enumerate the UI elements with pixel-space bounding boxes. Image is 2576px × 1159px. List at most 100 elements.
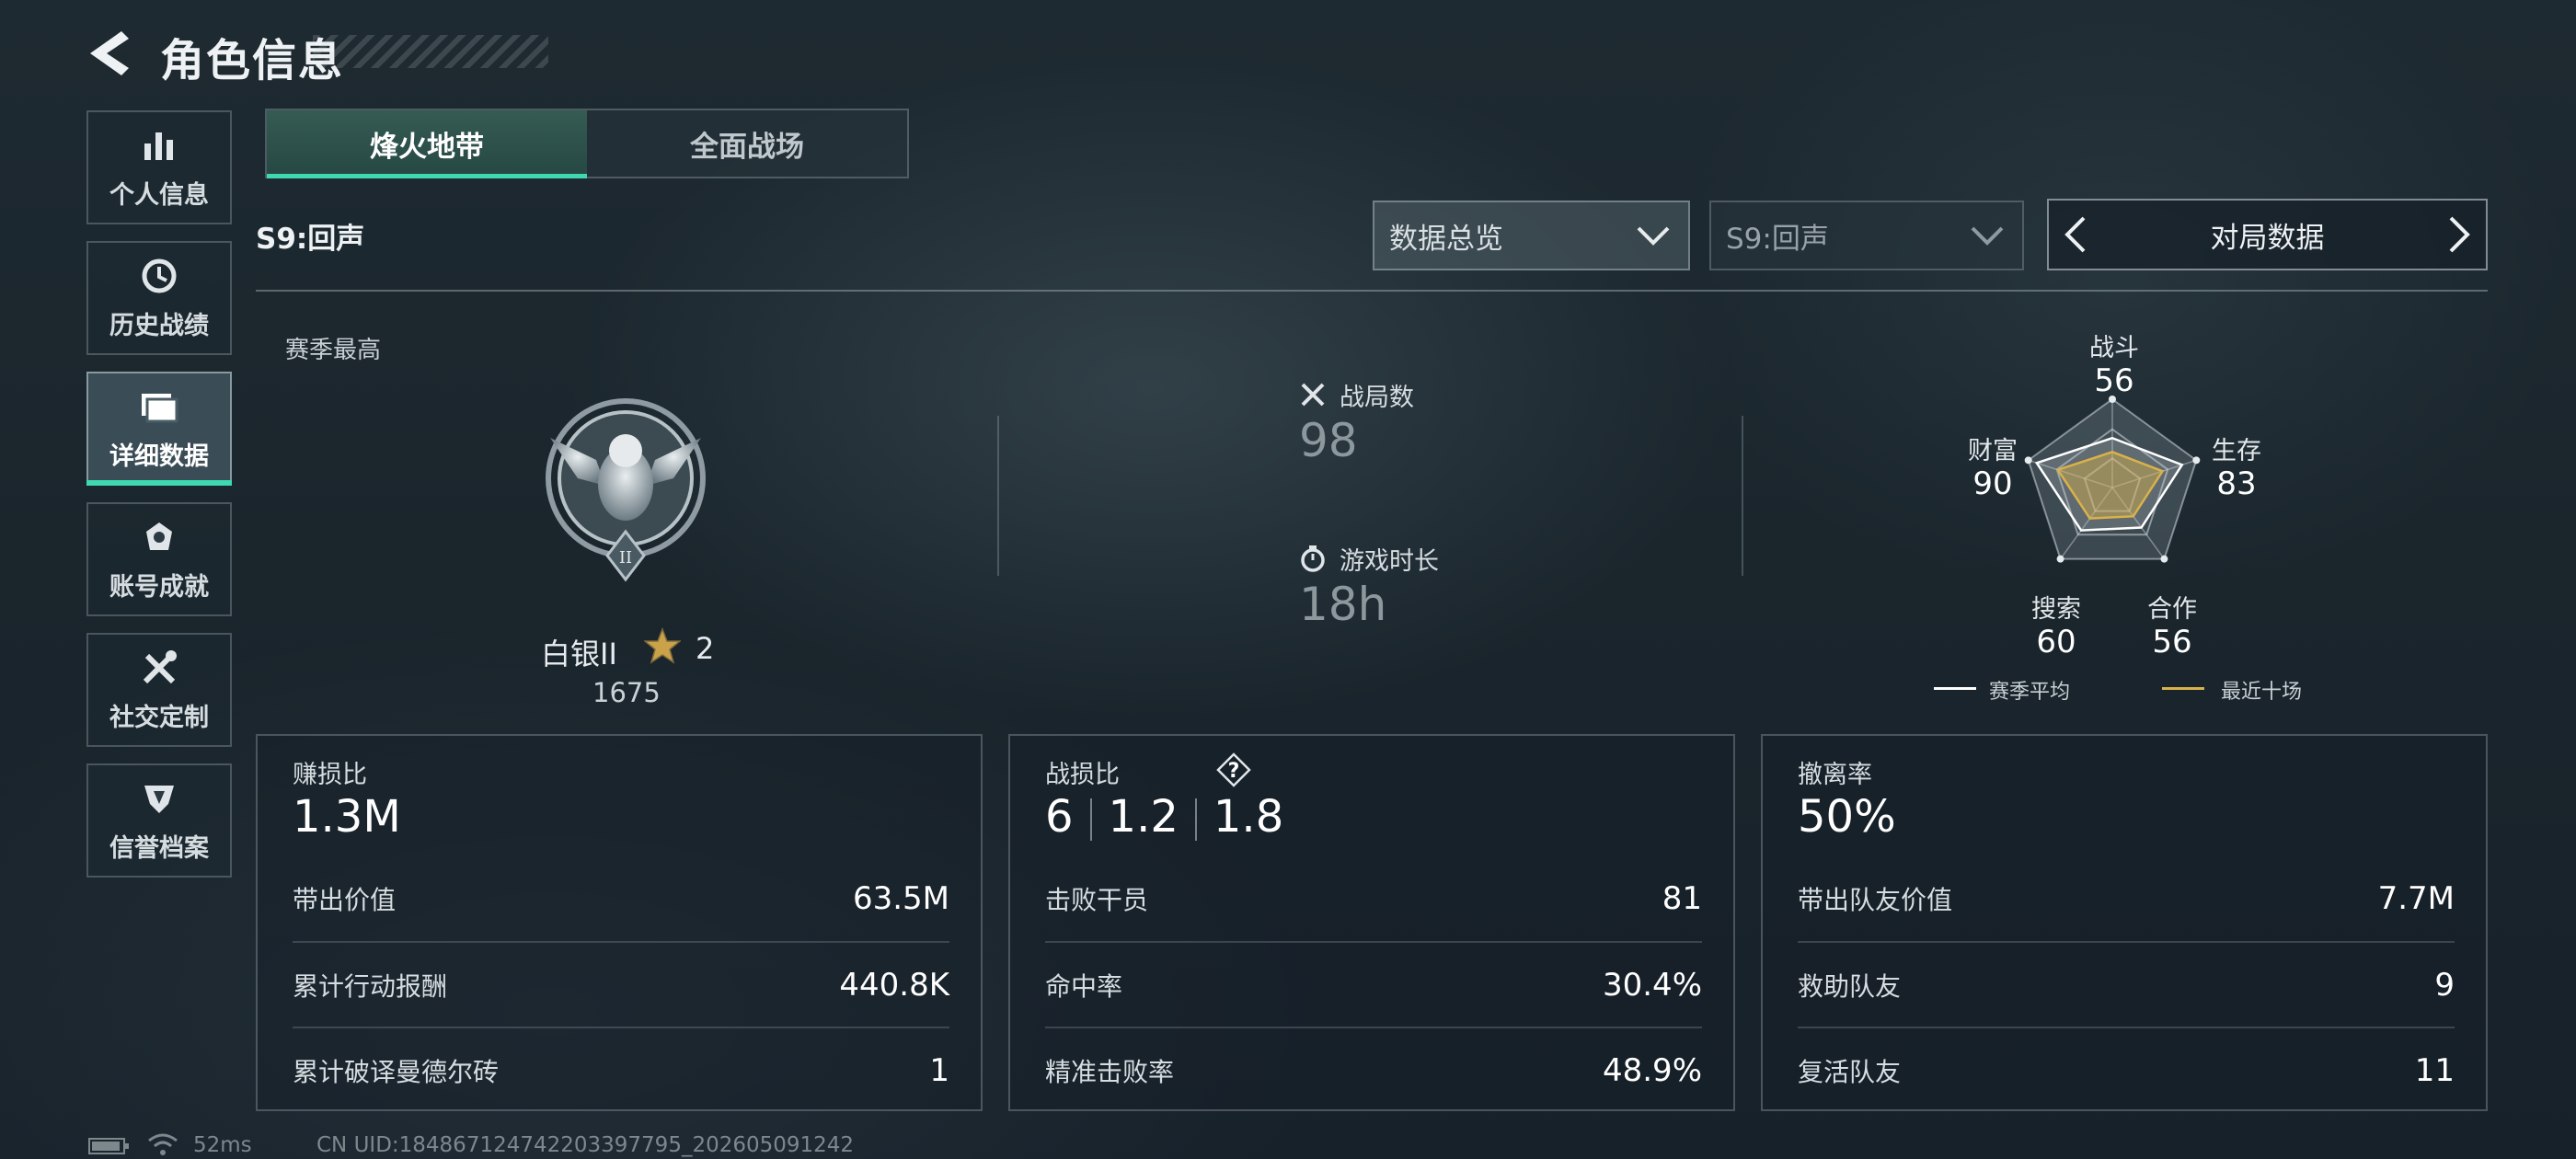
stat-label: 带出价值 [293, 884, 397, 915]
sidebar-item-label: 详细数据 [109, 442, 209, 471]
card-main-value: 1.3M [293, 791, 401, 843]
sidebar-item-label: 历史战绩 [109, 311, 209, 340]
stat-label: 累计破译曼德尔砖 [293, 1056, 500, 1087]
extraction-card: 撤离率 50% 带出队友价值 7.7M 救助队友 9 复活队友 11 [1761, 734, 2488, 1111]
ping-readout: 52ms [193, 1133, 252, 1157]
season-label: S9:回声 [256, 223, 365, 256]
season-dropdown[interactable]: S9:回声 [1709, 201, 2024, 270]
legend-swatch-recent [2162, 687, 2204, 690]
sidebar-active-indicator [86, 480, 232, 486]
achievement-icon [139, 517, 179, 557]
wifi-icon [148, 1133, 178, 1155]
title-decoration [313, 35, 548, 68]
rank-score: 1675 [592, 677, 661, 708]
chevron-left-icon[interactable] [2064, 214, 2087, 255]
history-clock-icon [139, 256, 179, 296]
mode-tabs: 烽火地带 全面战场 [265, 109, 909, 178]
sidebar-item-label: 信誉档案 [109, 833, 209, 863]
stat-value: 9 [2434, 966, 2455, 1004]
stat-value: 11 [2414, 1051, 2455, 1089]
radar-label-search: 搜索 [2031, 595, 2081, 624]
games-value: 98 [1299, 414, 1358, 467]
data-type-switcher: 对局数据 [2047, 199, 2488, 270]
stat-row: 命中率 30.4% [1045, 942, 1702, 1027]
svg-text:II: II [619, 548, 632, 568]
stat-label: 救助队友 [1798, 970, 1902, 1002]
separator [1194, 798, 1197, 841]
legend-recent: 最近十场 [2221, 681, 2303, 704]
sidebar-item-personal-info[interactable]: 个人信息 [86, 110, 232, 224]
card-main-value: 50% [1798, 791, 1896, 843]
tab-full-battlefield[interactable]: 全面战场 [587, 110, 907, 177]
season-dropdown-value: S9:回声 [1726, 222, 1829, 256]
battery-icon [88, 1138, 129, 1154]
sidebar-item-history[interactable]: 历史战绩 [86, 241, 232, 355]
bar-chart-icon [139, 125, 179, 166]
radar-label-combat: 战斗 [2089, 334, 2139, 362]
stat-row: 带出价值 63.5M [293, 855, 949, 941]
separator [1089, 798, 1092, 841]
radar-vertex [2056, 555, 2064, 563]
help-icon[interactable]: ? [1216, 752, 1251, 787]
rank-name: 白银II [541, 637, 617, 671]
card-title: 撤离率 [1798, 761, 1872, 789]
view-dropdown[interactable]: 数据总览 [1373, 201, 1690, 270]
stat-value: 63.5M [852, 879, 949, 917]
profit-loss-card: 赚损比 1.3M 带出价值 63.5M 累计行动报酬 440.8K 累计破译曼德… [256, 734, 983, 1111]
card-title: 赚损比 [293, 761, 367, 789]
card-title: 战损比 [1045, 761, 1120, 789]
stat-label: 累计行动报酬 [293, 970, 448, 1002]
stat-row: 精准击败率 48.9% [1045, 1027, 1702, 1113]
card-main-value: 6 1.2 1.8 [1045, 791, 1283, 843]
stat-row: 累计行动报酬 440.8K [293, 942, 949, 1027]
kd-value-1: 6 [1045, 791, 1074, 843]
sidebar-item-detailed-data[interactable]: 详细数据 [86, 372, 232, 486]
chevron-right-icon[interactable] [2447, 214, 2471, 255]
shield-icon [139, 778, 179, 819]
legend-season-avg: 赛季平均 [1989, 681, 2071, 704]
stat-value: 30.4% [1602, 966, 1702, 1004]
radar-value-survival: 83 [2216, 465, 2257, 502]
folder-icon [139, 386, 179, 427]
stat-value: 7.7M [2377, 879, 2455, 917]
data-type-label: 对局数据 [2210, 221, 2325, 255]
sidebar-item-label: 个人信息 [109, 180, 209, 210]
rank-badge-icon: II [546, 398, 706, 582]
radar-value-combat: 56 [2094, 362, 2134, 399]
sidebar-item-achievements[interactable]: 账号成就 [86, 502, 232, 616]
radar-value-wealth: 90 [1972, 465, 2013, 502]
stat-value: 81 [1662, 879, 1702, 917]
crossed-swords-icon [1301, 383, 1325, 407]
stat-value: 440.8K [839, 966, 949, 1004]
radar-label-survival: 生存 [2212, 437, 2261, 465]
sidebar-item-credit[interactable]: 信誉档案 [86, 763, 232, 878]
stat-row: 击败干员 81 [1045, 855, 1702, 941]
tools-icon [139, 648, 179, 688]
kd-card: 战损比 ? 6 1.2 1.8 击败干员 81 命中率 30.4% 精准击败率 48… [1008, 734, 1735, 1111]
radar-label-cooperation: 合作 [2147, 595, 2197, 624]
stat-row: 救助队友 9 [1798, 942, 2455, 1027]
radar-value-cooperation: 56 [2152, 624, 2192, 660]
stat-row: 累计破译曼德尔砖 1 [293, 1027, 949, 1113]
stopwatch-icon [1301, 545, 1325, 572]
uid-text: CN UID:184867124742203397795_20260509124… [316, 1133, 855, 1157]
stat-label: 击败干员 [1045, 884, 1149, 915]
divider [997, 416, 999, 576]
tab-warzone[interactable]: 烽火地带 [267, 110, 587, 178]
stat-value: 48.9% [1602, 1051, 1702, 1089]
games-label: 战局数 [1340, 384, 1414, 412]
sidebar-item-label: 社交定制 [109, 703, 209, 732]
radar-vertex [2160, 555, 2168, 563]
time-label: 游戏时长 [1340, 547, 1439, 576]
stat-label: 精准击败率 [1045, 1056, 1175, 1087]
stat-label: 命中率 [1045, 970, 1123, 1002]
stat-label: 带出队友价值 [1798, 884, 1953, 915]
back-arrow-icon[interactable] [85, 28, 132, 79]
rank-star-count: 2 [696, 631, 715, 666]
chevron-down-icon [1971, 226, 2004, 246]
stat-label: 复活队友 [1798, 1056, 1902, 1087]
sidebar-item-social[interactable]: 社交定制 [86, 633, 232, 747]
radar-label-wealth: 财富 [1968, 437, 2018, 465]
season-best-label: 赛季最高 [285, 337, 382, 364]
stat-value: 1 [929, 1051, 949, 1089]
